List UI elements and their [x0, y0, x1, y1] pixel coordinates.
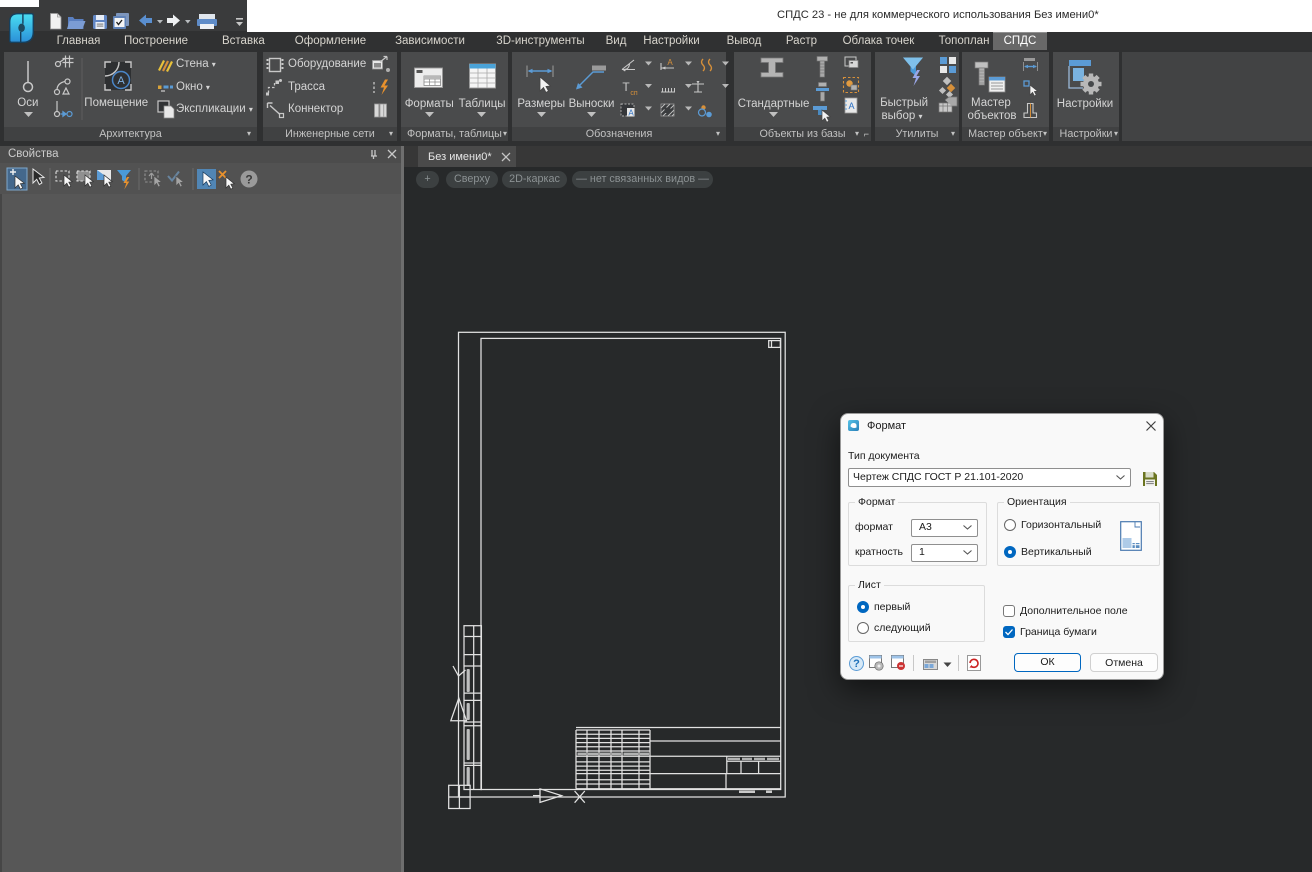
- svg-text:T: T: [622, 80, 630, 94]
- svg-text:?: ?: [245, 173, 252, 187]
- svg-text:A: A: [667, 58, 673, 67]
- svg-text:A: A: [848, 101, 854, 111]
- svg-text:сп: сп: [630, 90, 638, 97]
- svg-text:A: A: [628, 109, 634, 118]
- svg-text:A: A: [117, 75, 125, 87]
